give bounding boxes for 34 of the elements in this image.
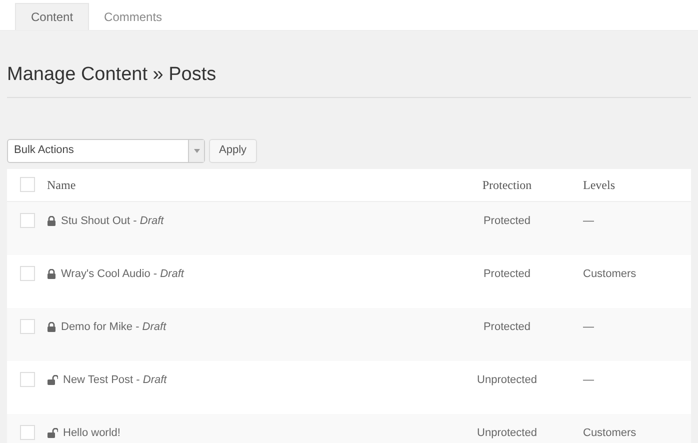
lock-icon	[47, 322, 56, 332]
post-title: Stu Shout Out - Draft	[61, 214, 164, 228]
column-header: Name	[47, 176, 77, 194]
levels-cell-text: Customers	[582, 426, 636, 440]
post-title: Hello world!	[63, 426, 120, 440]
checkbox[interactable]	[20, 177, 35, 192]
lock-icon	[47, 268, 56, 279]
page-title: Manage Content » Posts	[7, 61, 691, 98]
bulk-actions-dropdown[interactable]: Bulk Actions	[7, 138, 205, 162]
checkbox[interactable]	[20, 212, 35, 228]
unlocked-lock-icon	[47, 428, 58, 438]
column-header: Protection	[481, 176, 533, 194]
levels-cell-text: —	[582, 214, 594, 228]
unlocked-lock-icon	[47, 374, 58, 385]
checkbox[interactable]	[20, 424, 35, 440]
protection-status: Protected	[483, 214, 531, 226]
protection-status: Unprotected	[477, 374, 537, 386]
post-title: Wray's Cool Audio - Draft	[61, 266, 184, 282]
protection-status: Protected	[483, 268, 531, 280]
caret-icon	[188, 140, 204, 162]
column-header: Levels	[582, 176, 615, 194]
levels-cell-text: —	[582, 372, 594, 388]
post-title: Demo for Mike - Draft	[61, 320, 166, 334]
post-title: New Test Post - Draft	[63, 372, 167, 388]
checkbox[interactable]	[20, 318, 35, 334]
protection-status: Protected	[483, 320, 531, 332]
levels-cell-text: Customers	[582, 266, 636, 282]
tab[interactable]: Content	[15, 3, 90, 30]
checkbox[interactable]	[20, 372, 35, 386]
checkbox[interactable]	[20, 266, 35, 280]
lock-icon	[47, 216, 56, 226]
levels-cell-text: —	[582, 320, 594, 334]
protection-status: Unprotected	[477, 426, 537, 438]
apply-button[interactable]: Apply	[209, 138, 257, 162]
